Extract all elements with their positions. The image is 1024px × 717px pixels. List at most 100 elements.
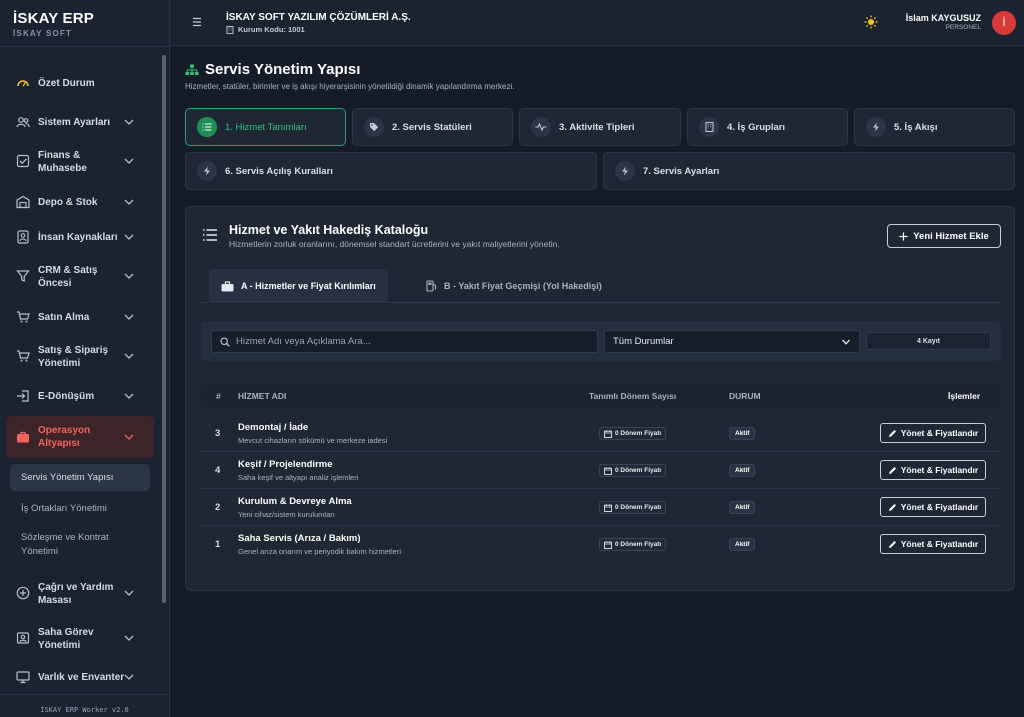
- pencil-icon: [888, 466, 896, 474]
- sidebar-item-satin-alma[interactable]: Satın Alma: [6, 308, 154, 326]
- pencil-icon: [888, 540, 896, 548]
- brand[interactable]: İSKAY ERP İSKAY SOFT: [0, 0, 169, 47]
- step-servis-acilis-kurallari[interactable]: 6. Servis Açılış Kuralları: [185, 152, 597, 190]
- status-select[interactable]: Tüm Durumlar: [604, 330, 860, 353]
- row-name: Saha Servis (Arıza / Bakım): [238, 533, 361, 544]
- search-input[interactable]: [236, 336, 576, 347]
- filter-bar: Tüm Durumlar 4 Kayıt: [201, 321, 1001, 361]
- fuel-pump-icon: [426, 280, 437, 292]
- tab-hizmetler[interactable]: A - Hizmetler ve Fiyat Kırılımları: [209, 269, 388, 303]
- step-servis-statuleri[interactable]: 2. Servis Statüleri: [352, 108, 513, 146]
- brand-subtitle: İSKAY SOFT: [13, 29, 73, 38]
- sidebar-item-label: Varlık ve Envanter: [38, 672, 125, 683]
- sidebar-item-sistem-ayarlari[interactable]: Sistem Ayarları: [6, 113, 154, 131]
- chevron-down-icon: [124, 158, 134, 164]
- step-is-gruplari[interactable]: 4. İş Grupları: [687, 108, 848, 146]
- manage-label: Yönet & Fiyatlandır: [900, 465, 979, 475]
- status-badge: Aktif: [729, 464, 756, 477]
- sidebar-item-label: E-Dönüşüm: [38, 391, 95, 402]
- pencil-icon: [888, 503, 896, 511]
- checkbox-icon: [16, 154, 30, 168]
- manage-pricing-button[interactable]: Yönet & Fiyatlandır: [880, 423, 986, 443]
- briefcase-icon: [17, 431, 29, 443]
- period-text: 0 Dönem Fiyatı: [615, 430, 662, 437]
- calendar-icon: [604, 429, 612, 438]
- brand-title: İSKAY ERP: [13, 10, 95, 27]
- status-select-value: Tüm Durumlar: [613, 336, 674, 347]
- table-row: 3 Demontaj / İade Mevcut cihazların sökü…: [201, 415, 1001, 452]
- subitem-sozlesme-kontrat[interactable]: Sözleşme ve Kontrat Yönetimi: [10, 531, 130, 559]
- plus-icon: [899, 232, 908, 240]
- manage-pricing-button[interactable]: Yönet & Fiyatlandır: [880, 460, 986, 480]
- top-header: İSKAY SOFT YAZILIM ÇÖZÜMLERİ A.Ş. Kurum …: [170, 0, 1024, 46]
- step-aktivite-tipleri[interactable]: 3. Aktivite Tipleri: [519, 108, 681, 146]
- chevron-down-icon: [124, 353, 134, 359]
- sidebar-item-depo-stok[interactable]: Depo & Stok: [6, 193, 154, 211]
- company-name: İSKAY SOFT YAZILIM ÇÖZÜMLERİ A.Ş.: [226, 12, 411, 23]
- record-count-badge: 4 Kayıt: [866, 332, 991, 350]
- sidebar-item-saha-gorev[interactable]: Saha Görev Yönetimi: [6, 623, 154, 653]
- sidebar-footer: İSKAY ERP Worker v2.0: [0, 694, 169, 717]
- status-badge: Aktif: [729, 538, 756, 551]
- step-label: 7. Servis Ayarları: [643, 165, 720, 177]
- sidebar-item-satis-siparis[interactable]: Satış & Sipariş Yönetimi: [6, 341, 154, 371]
- sidebar-item-finans-muhasebe[interactable]: Finans & Muhasebe: [6, 146, 154, 176]
- bolt-icon: [197, 161, 217, 181]
- pulse-icon: [531, 117, 551, 137]
- row-number: 3: [215, 428, 221, 439]
- sidebar-item-e-donusum[interactable]: E-Dönüşüm: [6, 387, 154, 405]
- step-label: 1. Hizmet Tanımları: [225, 121, 307, 133]
- gauge-icon: [17, 80, 29, 87]
- tab-yakit-fiyat-gecmisi[interactable]: B - Yakıt Fiyat Geçmişi (Yol Hakedişi): [426, 269, 602, 303]
- manage-pricing-button[interactable]: Yönet & Fiyatlandır: [880, 497, 986, 517]
- row-name: Kurulum & Devreye Alma: [238, 496, 352, 507]
- chevron-down-icon: [842, 339, 850, 345]
- user-role: PERSONEL: [945, 24, 981, 31]
- table-row: 2 Kurulum & Devreye Alma Yeni cihaz/sist…: [201, 489, 1001, 526]
- subitem-is-ortaklari-yonetimi[interactable]: İş Ortakları Yönetimi: [10, 502, 150, 516]
- sidebar-item-label: Satın Alma: [38, 312, 90, 323]
- sun-icon[interactable]: [864, 15, 878, 29]
- sidebar-item-cagri-yardim[interactable]: Çağrı ve Yardım Masası: [6, 578, 154, 608]
- calendar-icon: [604, 540, 612, 549]
- sidebar-item-ozet-durum[interactable]: Özet Durum: [6, 74, 154, 92]
- search-box: [211, 330, 598, 353]
- row-number: 4: [215, 465, 221, 476]
- subitem-servis-yonetim-yapisi[interactable]: Servis Yönetim Yapısı: [10, 464, 150, 491]
- sidebar-scrollbar[interactable]: [162, 55, 166, 603]
- sidebar-item-label: İnsan Kaynakları: [38, 232, 118, 243]
- calendar-icon: [604, 466, 612, 475]
- chevron-down-icon: [124, 674, 134, 680]
- add-service-button[interactable]: Yeni Hizmet Ekle: [887, 224, 1001, 248]
- catalog-tabs: A - Hizmetler ve Fiyat Kırılımları B - Y…: [201, 269, 1001, 303]
- tab-label: B - Yakıt Fiyat Geçmişi (Yol Hakedişi): [444, 281, 602, 291]
- sidebar-item-label: Özet Durum: [38, 78, 95, 89]
- sidebar-item-insan-kaynaklari[interactable]: İnsan Kaynakları: [6, 228, 154, 246]
- step-servis-ayarlari[interactable]: 7. Servis Ayarları: [603, 152, 1015, 190]
- sidebar-item-operasyon-altyapisi[interactable]: Operasyon Altyapısı: [6, 416, 154, 458]
- status-badge: Aktif: [729, 427, 756, 440]
- sidebar-item-varlik-envanter[interactable]: Varlık ve Envanter: [6, 668, 154, 686]
- step-is-akisi[interactable]: 5. İş Akışı: [854, 108, 1015, 146]
- chevron-down-icon: [124, 393, 134, 399]
- sidebar-item-label: Saha Görev Yönetimi: [38, 627, 94, 651]
- period-badge: 0 Dönem Fiyatı: [599, 501, 667, 514]
- row-name: Keşif / Projelendirme: [238, 459, 333, 470]
- step-hizmet-tanimlari[interactable]: 1. Hizmet Tanımları: [185, 108, 346, 146]
- sidebar-item-label: Operasyon Altyapısı: [38, 425, 91, 449]
- company-code-text: Kurum Kodu: 1001: [238, 25, 305, 34]
- briefcase-icon: [221, 280, 234, 291]
- step-label: 5. İş Akışı: [894, 121, 938, 133]
- sidebar-item-label: Depo & Stok: [38, 197, 98, 208]
- table-row: 4 Keşif / Projelendirme Saha keşif ve al…: [201, 452, 1001, 489]
- chevron-down-icon: [124, 234, 134, 240]
- sidebar-item-label: Sistem Ayarları: [38, 117, 111, 128]
- avatar[interactable]: İ: [992, 11, 1016, 35]
- step-label: 4. İş Grupları: [727, 121, 786, 133]
- period-badge: 0 Dönem Fiyatı: [599, 464, 667, 477]
- menu-icon[interactable]: [190, 16, 204, 28]
- period-text: 0 Dönem Fiyatı: [615, 467, 662, 474]
- sidebar-item-crm-satis-oncesi[interactable]: CRM & Satış Öncesi: [6, 261, 154, 291]
- manage-pricing-button[interactable]: Yönet & Fiyatlandır: [880, 534, 986, 554]
- list-icon: [203, 229, 217, 241]
